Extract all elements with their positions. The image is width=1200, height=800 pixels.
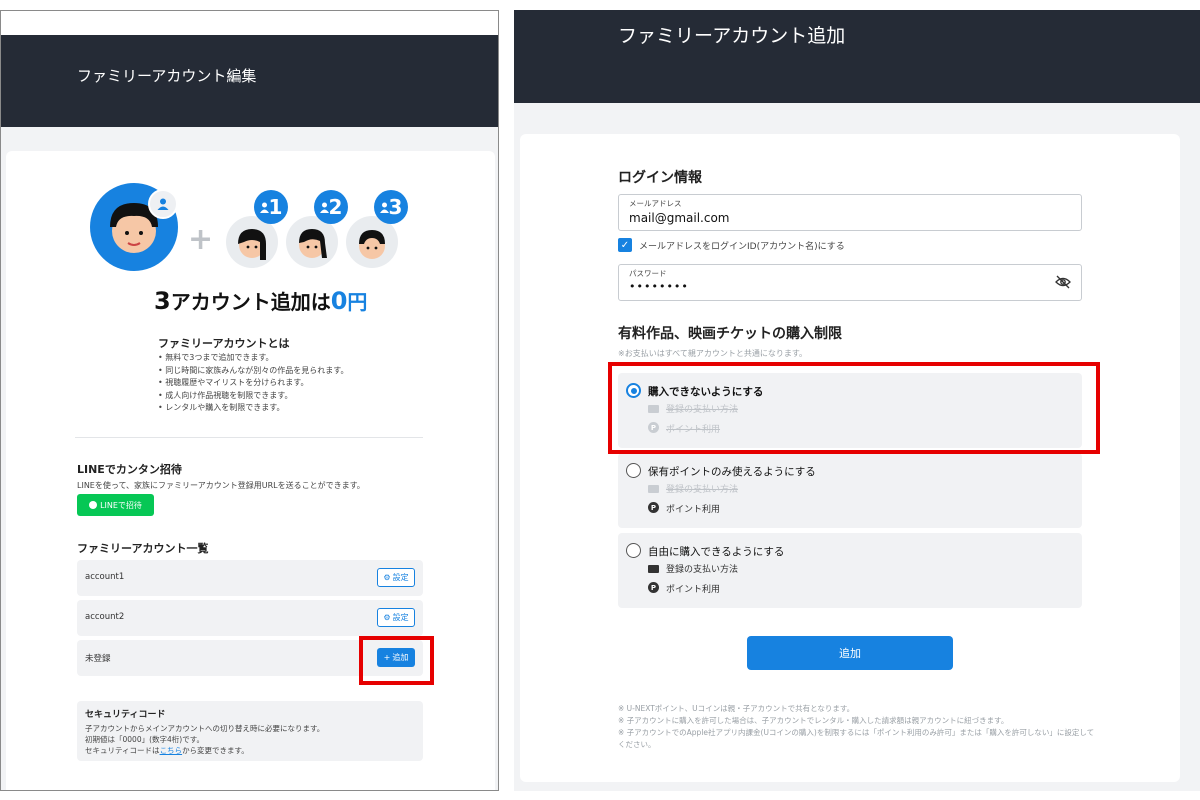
- line-invite-button[interactable]: LINEで招待: [77, 494, 154, 516]
- security-code-title: セキュリティコード: [85, 710, 166, 720]
- purchase-limit-heading: 有料作品、映画チケットの購入制限: [618, 326, 842, 342]
- badge-1: 1: [254, 190, 288, 224]
- add-submit-button[interactable]: 追加: [747, 636, 953, 670]
- security-line-1: 子アカウントからメインアカウントへの切り替え時に必要になります。: [85, 724, 325, 733]
- list-item: 成人向け作品視聴を制限できます。: [158, 390, 348, 403]
- promo-headline: 3アカウント追加は0円: [154, 287, 368, 315]
- option-sub-payment: 登録の支払い方法: [666, 565, 739, 575]
- point-icon: P: [648, 502, 659, 513]
- radio-unselected[interactable]: [626, 543, 641, 558]
- option-sub-points: ポイント利用: [666, 585, 721, 595]
- gear-icon: ⚙: [383, 613, 391, 622]
- account-name: 未登録: [85, 654, 111, 664]
- page-title: ファミリーアカウント追加: [618, 25, 846, 47]
- family-account-add-screen: ファミリーアカウント追加 ログイン情報 メールアドレス mail@gmail.c…: [514, 10, 1200, 791]
- use-email-checkbox[interactable]: ✓: [618, 238, 632, 252]
- card-icon: [648, 565, 659, 573]
- plus-icon: +: [188, 222, 214, 257]
- footnote-3: ※ 子アカウントでのApple社アプリ内課金(Uコインの購入)を制限するには「ポ…: [618, 728, 1095, 737]
- page-header: [514, 10, 1200, 103]
- security-change-link[interactable]: こちら: [160, 746, 183, 755]
- footnote-1: ※ U-NEXTポイント、Uコインは親・子アカウントで共有となります。: [618, 704, 855, 713]
- password-label: パスワード: [629, 269, 667, 278]
- user-icon: [148, 189, 178, 219]
- purchase-note: ※お支払いはすべて親アカウントと共通になります。: [618, 349, 808, 358]
- option-free-purchase[interactable]: 自由に購入できるようにする 登録の支払い方法 P ポイント利用: [618, 533, 1082, 608]
- line-invite-heading: LINEでカンタン招待: [77, 463, 182, 476]
- family-list-heading: ファミリーアカウント一覧: [77, 542, 209, 555]
- login-info-heading: ログイン情報: [618, 170, 702, 186]
- list-item: 無料で3つまで追加できます。: [158, 352, 348, 365]
- account2-settings-button[interactable]: ⚙ 設定: [377, 608, 415, 627]
- password-value: ••••••••: [629, 280, 689, 293]
- gear-icon: ⚙: [383, 573, 391, 582]
- badge-3: 3: [374, 190, 408, 224]
- security-code-box: セキュリティコード 子アカウントからメインアカウントへの切り替え時に必要になりま…: [77, 701, 423, 761]
- option-points-only[interactable]: 保有ポイントのみ使えるようにする 登録の支払い方法 P ポイント利用: [618, 453, 1082, 528]
- security-line-3: セキュリティコードはこちらから変更できます。: [85, 746, 249, 755]
- list-item: 同じ時間に家族みんなが別々の作品を見られます。: [158, 365, 348, 378]
- option-label: 保有ポイントのみ使えるようにする: [648, 466, 816, 478]
- page-title: ファミリーアカウント編集: [77, 67, 257, 85]
- account-row-1: account1 ⚙ 設定: [77, 560, 423, 596]
- account1-settings-button[interactable]: ⚙ 設定: [377, 568, 415, 587]
- option-sub-payment: 登録の支払い方法: [666, 485, 739, 495]
- list-item: レンタルや購入を制限できます。: [158, 402, 348, 415]
- highlight-box-option: [608, 362, 1100, 454]
- security-line-2: 初期値は「0000」(数字4桁)です。: [85, 735, 204, 744]
- badge-2: 2: [314, 190, 348, 224]
- point-icon: P: [648, 582, 659, 593]
- footnote-2: ※ 子アカウントに購入を許可した場合は、子アカウントでレンタル・購入した請求額は…: [618, 716, 1009, 725]
- email-field[interactable]: メールアドレス mail@gmail.com: [618, 194, 1082, 231]
- footnote-4: ください。: [618, 740, 656, 749]
- radio-unselected[interactable]: [626, 463, 641, 478]
- option-label: 自由に購入できるようにする: [648, 546, 785, 558]
- about-heading: ファミリーアカウントとは: [158, 337, 290, 350]
- password-field[interactable]: パスワード ••••••••: [618, 264, 1082, 301]
- eye-off-icon[interactable]: [1055, 275, 1071, 289]
- line-invite-description: LINEを使って、家族にファミリーアカウント登録用URLを送ることができます。: [77, 481, 365, 490]
- line-logo-icon: [89, 501, 98, 509]
- about-list: 無料で3つまで追加できます。 同じ時間に家族みんなが別々の作品を見られます。 視…: [158, 352, 348, 415]
- top-strip: [1, 11, 498, 35]
- card-icon: [648, 485, 659, 493]
- email-label: メールアドレス: [629, 199, 682, 208]
- divider: [75, 437, 423, 438]
- list-item: 視聴履歴やマイリストを分けられます。: [158, 377, 348, 390]
- check-icon: ✓: [620, 239, 630, 251]
- use-email-checkbox-label: メールアドレスをログインID(アカウント名)にする: [639, 242, 845, 252]
- account-row-2: account2 ⚙ 設定: [77, 600, 423, 636]
- option-sub-points: ポイント利用: [666, 505, 721, 515]
- account-name: account2: [85, 612, 125, 622]
- account-name: account1: [85, 572, 125, 582]
- highlight-box-add: [359, 636, 434, 685]
- email-value: mail@gmail.com: [629, 211, 730, 225]
